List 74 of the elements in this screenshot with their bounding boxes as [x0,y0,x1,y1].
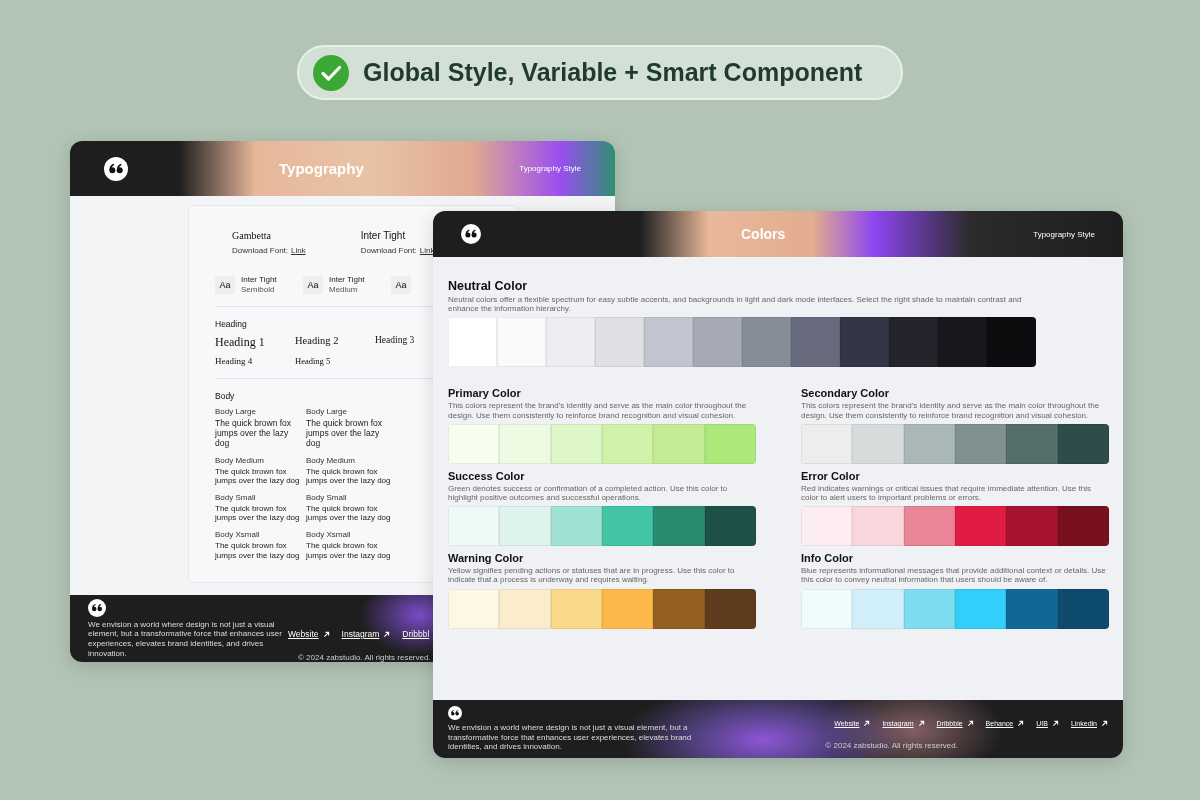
heading-sample: Heading 3 [375,335,416,345]
heading-sample: Heading 4 [215,356,254,366]
section-title: Heading [215,319,247,329]
heading-sample: Heading 5 [295,356,332,366]
arrow-icon [322,630,330,638]
font-family-label: Inter Tight [241,275,277,284]
body-sample-text: The quick brown fox jumps over the lazy dog [215,503,301,523]
section-title: Error Color [801,469,860,482]
font-sample-tile: Aa [215,275,235,294]
style-label: Body Xsmall [215,529,261,539]
body-sample-text: The quick brown fox jumps over the lazy dog [215,540,301,561]
font-name: Inter Tight [360,230,407,241]
font-weight-label: Medium [329,285,359,294]
section-title: Success Color [448,469,525,482]
download-link[interactable]: Link [291,246,306,255]
style-label: Body Large [306,407,348,416]
font-sample-tile: Aa [391,275,411,294]
window-title: Colors [741,226,786,242]
section-title: Info Color [801,552,853,565]
heading-sample: Heading 2 [295,335,340,346]
body-sample-text: The quick brown fox jumps over the lazy dog [215,466,301,486]
heading-sample: Heading 1 [215,335,266,350]
check-icon [313,54,349,91]
section-title: Primary Color [448,387,521,400]
nav-link[interactable]: Typography Style [1033,229,1095,239]
section-description: This colors represent the brand's identity and serve as the main color throughout the design. Use them consistently to reinforce brand recognition and visual cohesion. [801,401,1101,420]
window-title: Typography [279,160,364,177]
body-sample-text: The quick brown fox jumps over the lazy dog [306,466,392,486]
arrow-icon [1017,720,1025,727]
arrow-icon [1051,720,1059,727]
arrow-icon [917,720,925,727]
body-sample-text: The quick brown fox jumps over the lazy dog [306,503,392,523]
body-sample-text: The quick brown fox jumps over the lazy dog [306,418,384,449]
download-label: Download Font: [232,246,289,255]
body-sample-text: The quick brown fox jumps over the lazy dog [306,540,392,561]
quote-logo-icon [461,224,481,244]
footer-text: We envision a world where design is not just a visual element, but a transformative force that enhances user experiences, elevates brand identities, and drives innovation. [448,723,693,752]
section-description: This colors represent the brand's identity and serve as the main color throughout the design. Use them consistently to reinforce brand recognition and visual cohesion. [448,401,748,420]
quote-logo-icon [88,598,106,617]
section-description: Yellow signifies pending actions or statuses that are in progress. Use this color to indicate that a process is underway and requires waiting. [448,566,736,585]
copyright-text: © 2024 zabstudio. All rights reserved. [825,741,958,750]
section-description: Blue represents informational messages that provide additional context or details. Use this color to convey neutral information that users should be aware of. [801,566,1107,585]
font-sample-tile: Aa [303,275,323,294]
footer-link[interactable]: Instagram [341,629,391,639]
font-weight-label: Semibold [241,285,276,294]
section-title: Secondary Color [801,387,890,400]
quote-logo-icon [104,156,128,181]
style-label: Body Small [215,492,257,502]
style-label: Body Large [215,407,257,416]
style-label: Body Xsmall [306,529,352,539]
font-family-label: Inter Tight [329,275,365,284]
font-name: Gambetta [232,230,272,241]
download-label: Download Font: [360,246,417,255]
section-title: Body [215,391,235,401]
section-description: Green denotes success or confirmation of a completed action. Use this color to highlight positive outcomes and successful operations. [448,483,729,503]
copyright-text: © 2024 zabstudio. All rights reserved. [298,653,431,662]
section-description: Red indicates warnings or critical issues that require immediate attention. Use this color to alert users to important problems or errors. [801,483,1092,503]
footer-text: We envision a world where design is not just a visual element, but a transformative force that enhances user experiences, elevates brand identities, and drives innovation. [88,619,283,659]
arrow-icon [383,630,391,638]
headline-text: Global Style, Variable + Smart Component [363,58,863,87]
quote-logo-icon [448,706,462,721]
arrow-icon [1101,720,1108,727]
style-label: Body Medium [306,455,356,465]
footer-link[interactable]: Website [288,629,330,639]
body-sample-text: The quick brown fox jumps over the lazy dog [215,418,293,449]
nav-link[interactable]: Typography Style [519,164,581,173]
arrow-icon [966,720,974,727]
section-description: Neutral colors offer a flexible spectrum for easy subtle accents, and backgrounds in light and dark mode interfaces. Select the right shade to maintain contrast and enhance the information hierarchy. [448,295,1023,314]
style-label: Body Medium [215,455,265,465]
section-title: Neutral Color [448,279,528,293]
arrow-icon [863,720,871,727]
section-title: Warning Color [448,552,524,565]
footer-link[interactable]: Dribbbl [402,629,430,639]
style-label: Body Small [306,492,348,502]
